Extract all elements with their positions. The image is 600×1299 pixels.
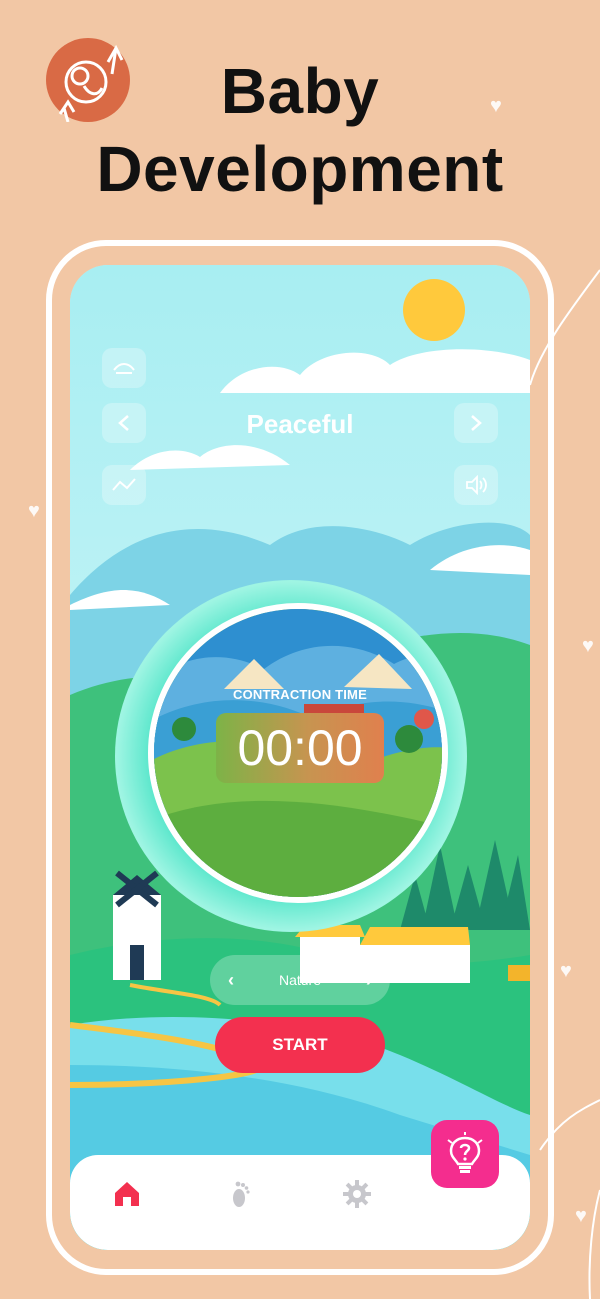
chevron-right-icon	[471, 415, 482, 431]
timer-display: 00:00	[216, 713, 384, 783]
footprint-icon	[233, 1181, 250, 1207]
speaker-icon	[466, 475, 487, 495]
next-sound-button[interactable]	[454, 403, 498, 443]
page-title-line2: Development	[96, 133, 504, 205]
timer-value: 00:00	[237, 720, 363, 776]
app-screen: Peaceful CONTRACTION TIME 00:00 ‹ Nature…	[70, 265, 530, 1250]
category-label: Nature	[278, 972, 322, 988]
category-prev-button[interactable]: ‹	[228, 970, 234, 991]
trend-graph-icon	[112, 478, 136, 491]
heart-decoration: ♥	[575, 1205, 587, 1227]
sleep-eye-icon	[113, 363, 135, 374]
page-title-line1: Baby	[220, 55, 380, 127]
sleep-mode-button[interactable]	[102, 348, 146, 388]
heart-decoration: ♥	[582, 635, 594, 657]
gear-icon	[343, 1180, 371, 1208]
home-icon	[115, 1182, 139, 1206]
nav-home[interactable]	[110, 1177, 144, 1211]
start-button[interactable]: START	[215, 1017, 385, 1073]
lightbulb-question-icon	[447, 1132, 483, 1173]
sound-title: Peaceful	[246, 409, 354, 439]
timer-label: CONTRACTION TIME	[233, 687, 367, 702]
category-selector: ‹ Nature ›	[210, 955, 390, 1005]
volume-button[interactable]	[454, 465, 498, 505]
heart-decoration: ♥	[560, 960, 572, 982]
prev-sound-button[interactable]	[102, 403, 146, 443]
heart-decoration: ♥	[28, 500, 40, 522]
chevron-left-icon	[118, 415, 129, 431]
category-next-button[interactable]: ›	[366, 970, 372, 991]
nav-baby[interactable]	[224, 1177, 258, 1211]
stats-button[interactable]	[102, 465, 146, 505]
tips-button[interactable]	[431, 1120, 499, 1188]
nav-settings[interactable]	[340, 1177, 374, 1211]
